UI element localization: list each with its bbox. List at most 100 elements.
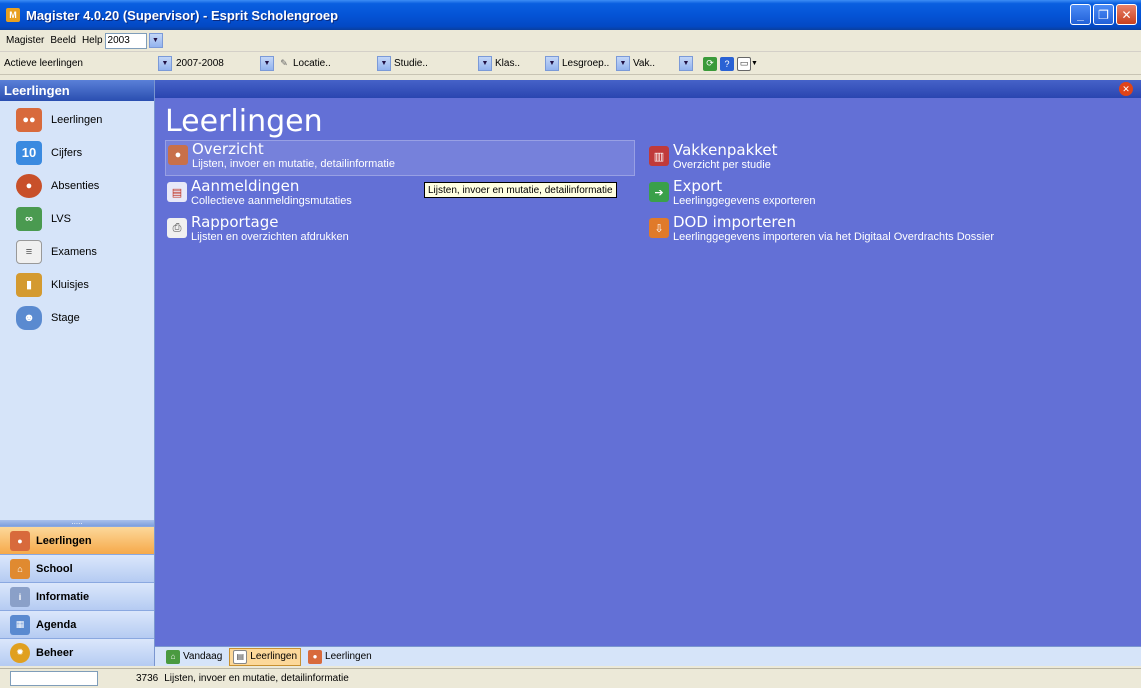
tab-leerlingen-active[interactable]: ▤ Leerlingen (229, 647, 302, 666)
sidebar-item-label: LVS (51, 212, 71, 225)
main-panel: ✕ Leerlingen ● Overzicht Lijsten, invoer… (155, 80, 1141, 646)
sidebar-item-examens[interactable]: ≡ Examens (0, 235, 154, 268)
menu-bar: Magister Beeld Help 2003 ▼ (0, 30, 1141, 52)
students-icon: ● (308, 649, 323, 664)
schoolyear-select[interactable]: 2007-2008 (176, 58, 258, 69)
main-header-bar: ✕ (155, 80, 1141, 98)
import-icon: ⇩ (649, 218, 669, 238)
tooltip: Lijsten, invoer en mutatie, detailinform… (424, 182, 617, 198)
absences-icon: ● (16, 173, 42, 198)
printer-icon: ⎙ (167, 218, 187, 238)
sidebar-item-label: Kluisjes (51, 278, 89, 291)
menu-beeld[interactable]: Beeld (50, 35, 76, 46)
sidebar-item-label: Stage (51, 311, 80, 324)
menu-help[interactable]: Help (82, 35, 103, 46)
nav-beheer[interactable]: ✹ Beheer (0, 638, 154, 666)
chevron-down-icon[interactable]: ▼ (478, 56, 492, 71)
pencil-icon[interactable]: ✎ (277, 57, 291, 71)
refresh-icon[interactable]: ⟳ (703, 56, 717, 71)
sidebar-header: Leerlingen (0, 80, 154, 101)
nav-school[interactable]: ⌂ School (0, 554, 154, 582)
students-icon: ● (10, 530, 30, 551)
chevron-down-icon[interactable]: ▼ (751, 60, 758, 67)
status-field (10, 671, 98, 686)
lockers-icon: ▮ (16, 272, 42, 297)
close-panel-icon[interactable]: ✕ (1119, 82, 1133, 96)
chevron-down-icon[interactable]: ▼ (679, 56, 693, 71)
home-icon: ⌂ (166, 649, 180, 664)
minimize-button[interactable]: _ (1070, 4, 1091, 25)
windows-icon[interactable]: ▭ (737, 56, 751, 71)
info-icon: i (10, 586, 30, 607)
chevron-down-icon[interactable]: ▼ (148, 33, 163, 48)
tab-leerlingen[interactable]: ● Leerlingen (305, 649, 375, 665)
entry-desc: Collectieve aanmeldingsmutaties (191, 195, 352, 207)
entry-desc: Leerlinggegevens importeren via het Digi… (673, 231, 994, 243)
lvs-icon: ∞ (16, 206, 42, 231)
chevron-down-icon[interactable]: ▼ (545, 56, 559, 71)
lesgroep-select[interactable]: Lesgroep.. (562, 58, 614, 69)
grades-icon: 10 (16, 140, 42, 165)
locatie-select[interactable]: Locatie.. (293, 58, 375, 69)
nav-label: Leerlingen (36, 534, 92, 547)
sidebar-item-absenties[interactable]: ● Absenties (0, 169, 154, 202)
sidebar-item-cijfers[interactable]: 10 Cijfers (0, 136, 154, 169)
books-icon: ▥ (649, 146, 669, 166)
entry-overzicht[interactable]: ● Overzicht Lijsten, invoer en mutatie, … (165, 140, 635, 176)
chevron-down-icon[interactable]: ▼ (158, 56, 172, 71)
magister-icon: M (6, 8, 20, 22)
gear-icon: ✹ (10, 642, 30, 663)
sidebar-item-leerlingen[interactable]: ●● Leerlingen (0, 103, 154, 136)
filter-toolbar: Actieve leerlingen ▼ 2007-2008 ▼ ✎ Locat… (0, 53, 1141, 75)
entry-title: Vakkenpakket (673, 141, 778, 159)
entry-desc: Lijsten en overzichten afdrukken (191, 231, 349, 243)
chevron-down-icon[interactable]: ▼ (616, 56, 630, 71)
restore-button[interactable]: ❐ (1093, 4, 1114, 25)
export-icon: ➔ (649, 182, 669, 202)
exams-icon: ≡ (16, 239, 42, 264)
sidebar-item-kluisjes[interactable]: ▮ Kluisjes (0, 268, 154, 301)
sidebar-item-label: Leerlingen (51, 113, 103, 126)
nav-informatie[interactable]: i Informatie (0, 582, 154, 610)
status-text: Lijsten, invoer en mutatie, detailinform… (164, 673, 349, 684)
chevron-down-icon[interactable]: ▼ (260, 56, 274, 71)
sidebar-list: ●● Leerlingen 10 Cijfers ● Absenties ∞ L… (0, 101, 154, 334)
school-icon: ⌂ (10, 558, 30, 579)
vak-select[interactable]: Vak.. (633, 58, 677, 69)
entry-export[interactable]: ➔ Export Leerlinggegevens exporteren (649, 178, 816, 208)
chevron-down-icon[interactable]: ▼ (377, 56, 391, 71)
nav-label: Beheer (36, 646, 74, 659)
entry-title: DOD importeren (673, 213, 797, 231)
klas-select[interactable]: Klas.. (495, 58, 543, 69)
students-icon: ●● (16, 107, 42, 132)
internship-icon: ☻ (16, 305, 42, 330)
nav-label: School (36, 562, 73, 575)
entry-title: Export (673, 177, 723, 195)
sidebar-item-stage[interactable]: ☻ Stage (0, 301, 154, 334)
entry-desc: Overzicht per studie (673, 159, 771, 171)
close-button[interactable]: ✕ (1116, 4, 1137, 25)
entry-vakkenpakket[interactable]: ▥ Vakkenpakket Overzicht per studie (649, 142, 778, 172)
entry-rapportage[interactable]: ⎙ Rapportage Lijsten en overzichten afdr… (167, 214, 349, 244)
year-select[interactable]: 2003 (104, 32, 147, 49)
studie-select[interactable]: Studie.. (394, 58, 476, 69)
sidebar-item-lvs[interactable]: ∞ LVS (0, 202, 154, 235)
entry-aanmeldingen[interactable]: ▤ Aanmeldingen Collectieve aanmeldingsmu… (167, 178, 352, 208)
sidebar-item-label: Examens (51, 245, 97, 258)
entry-title: Rapportage (191, 213, 279, 231)
view-select[interactable]: Actieve leerlingen (4, 58, 156, 69)
nav-label: Agenda (36, 618, 77, 631)
help-icon[interactable]: ? (720, 56, 734, 71)
tab-vandaag[interactable]: ⌂ Vandaag (163, 649, 225, 665)
entry-title: Aanmeldingen (191, 177, 300, 195)
title-bar: M Magister 4.0.20 (Supervisor) - Esprit … (0, 0, 1141, 30)
nav-leerlingen[interactable]: ● Leerlingen (0, 526, 154, 554)
nav-agenda[interactable]: ▦ Agenda (0, 610, 154, 638)
menu-magister[interactable]: Magister (6, 35, 44, 46)
status-count: 3736 (136, 673, 159, 684)
document-icon: ▤ (233, 649, 248, 664)
registrations-icon: ▤ (167, 182, 187, 202)
tab-label: Leerlingen (325, 651, 372, 662)
entry-dod-importeren[interactable]: ⇩ DOD importeren Leerlinggegevens import… (649, 214, 994, 244)
entry-title: Overzicht (192, 140, 264, 158)
